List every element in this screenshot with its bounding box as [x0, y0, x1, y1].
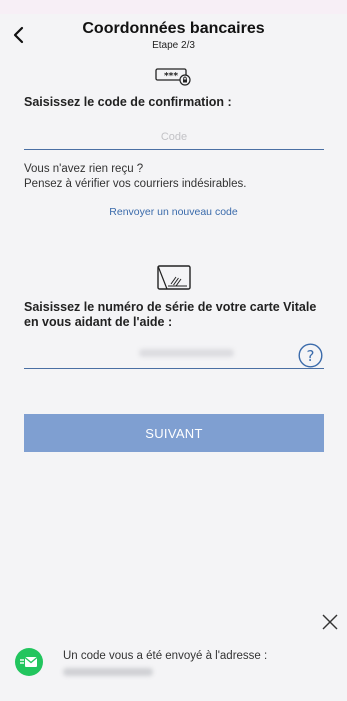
- status-strip: [0, 0, 347, 14]
- help-icon[interactable]: ?: [298, 343, 323, 368]
- info-line-1: Vous n'avez rien reçu ?: [24, 163, 144, 175]
- page-title: Coordonnées bancaires: [82, 20, 265, 37]
- vitale-label-line-2: en vous aidant de l'aide :: [24, 315, 173, 329]
- code-lock-icon: ***: [155, 68, 191, 86]
- next-button[interactable]: SUIVANT: [24, 414, 324, 452]
- svg-text:?: ?: [307, 347, 315, 365]
- mail-sent-icon: [15, 648, 43, 676]
- vitale-card-icon: [157, 265, 191, 290]
- code-input[interactable]: [24, 124, 324, 149]
- envelope-icon: [20, 657, 38, 667]
- notification-message: Un code vous a été envoyé à l'adresse :: [63, 650, 268, 662]
- step-indicator: Etape 2/3: [152, 40, 195, 51]
- serial-placeholder-blurred: [139, 349, 234, 357]
- email-address-blurred: [63, 668, 153, 676]
- close-icon[interactable]: [320, 612, 340, 632]
- info-line-2: Pensez à vérifier vos courriers indésira…: [24, 177, 247, 190]
- code-field: [24, 124, 324, 150]
- code-label: Saisissez le code de confirmation :: [24, 95, 232, 109]
- header: Coordonnées bancaires Etape 2/3: [0, 14, 347, 56]
- no-code-info: Vous n'avez rien reçu ? Pensez à vérifie…: [24, 162, 246, 191]
- vitale-label-line-1: Saisissez le numéro de série de votre ca…: [24, 300, 317, 314]
- vitale-serial-field[interactable]: [24, 343, 324, 369]
- svg-text:***: ***: [164, 72, 178, 82]
- vitale-label: Saisissez le numéro de série de votre ca…: [24, 300, 316, 330]
- resend-code-link[interactable]: Renvoyer un nouveau code: [0, 206, 347, 218]
